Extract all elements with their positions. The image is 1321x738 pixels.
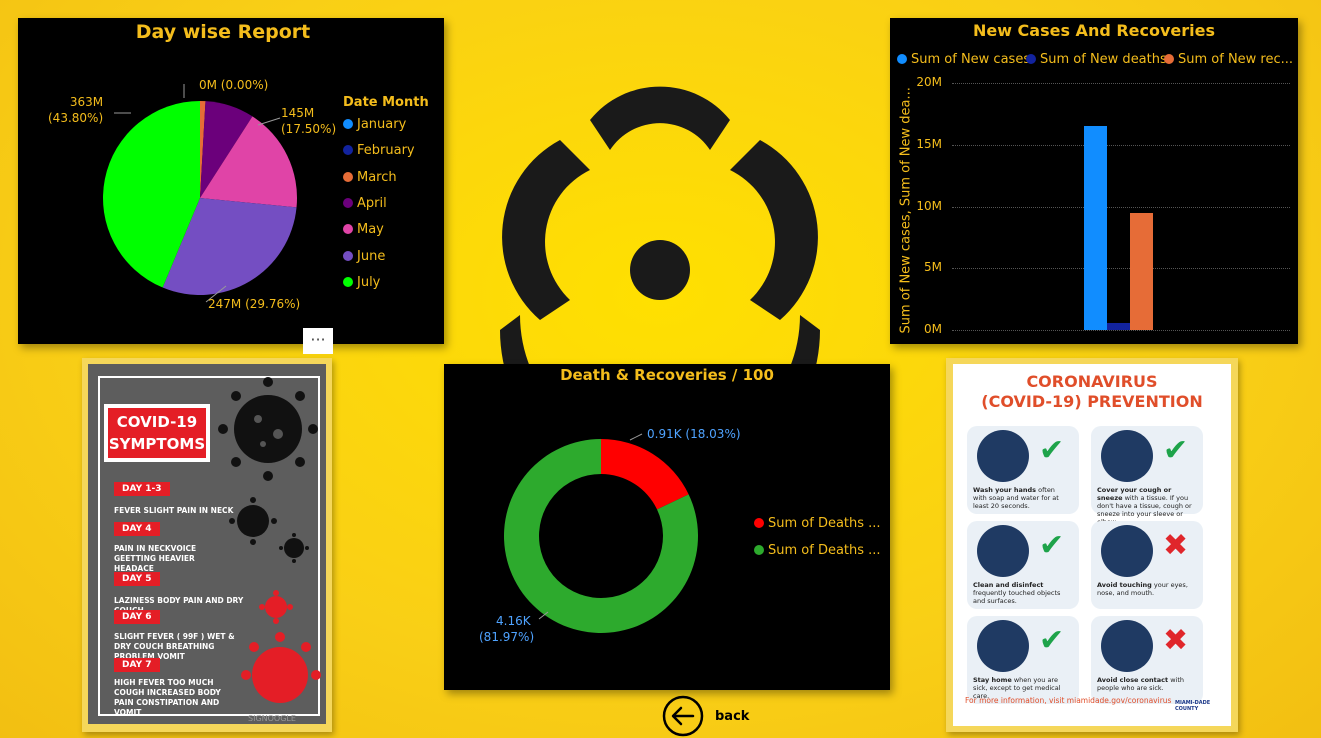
symptoms-poster: COVID-19 SYMPTOMS DAY 1-3 FEVER SLIGHT P… <box>88 364 326 724</box>
symptoms-title: COVID-19 SYMPTOMS <box>104 404 210 462</box>
tip-text: Clean and disinfect frequently touched o… <box>973 581 1061 605</box>
bar-legend-1: Sum of New cases <box>897 52 1030 67</box>
bar-gridline <box>952 83 1290 84</box>
bar-gridline <box>952 206 1290 208</box>
pie-label-may: 145M (17.50%) <box>281 106 337 136</box>
virus-icon <box>218 377 318 481</box>
prevention-tip: ✖ Avoid touching your eyes, nose, and mou… <box>1091 521 1203 609</box>
prevention-title-2: (COVID-19) PREVENTION <box>981 392 1203 411</box>
death-recoveries-panel[interactable]: Death & Recoveries / 100 0.91K (18.03%) … <box>444 364 890 690</box>
pie-legend-item-june[interactable]: June <box>343 249 385 264</box>
back-label: back <box>715 709 750 724</box>
prevention-tip: ✔ Stay home when you are sick, except to … <box>967 616 1079 704</box>
pie-legend-item-july[interactable]: July <box>343 275 380 290</box>
tip-illustration-icon <box>1101 430 1153 482</box>
bar-gridline <box>952 144 1290 146</box>
checkmark-icon: ✔ <box>1163 433 1189 468</box>
symptom-text-1: FEVER SLIGHT PAIN IN NECK <box>114 506 234 515</box>
prevention-tip: ✔ Cover your cough or sneeze with a tissu… <box>1091 426 1203 526</box>
checkmark-icon: ✔ <box>1039 623 1065 658</box>
prevention-logo: MIAMI-DADE COUNTY <box>1175 700 1211 712</box>
back-button[interactable]: back <box>662 695 762 737</box>
prevention-card: CORONAVIRUS (COVID-19) PREVENTION ✔ Wash … <box>946 358 1238 732</box>
bar-legend-2: Sum of New deaths <box>1026 52 1167 67</box>
tip-text: Wash your hands often with soap and wate… <box>973 486 1059 510</box>
prevention-tip: ✔ Clean and disinfect frequently touched … <box>967 521 1079 609</box>
x-mark-icon: ✖ <box>1163 623 1189 658</box>
new-cases-panel[interactable]: New Cases And Recoveries Sum of New case… <box>890 18 1298 344</box>
bar-gridline <box>952 330 1290 331</box>
tip-text: Cover your cough or sneeze with a tissue… <box>1097 486 1192 526</box>
pie-leader-line <box>257 117 281 126</box>
tip-illustration-icon <box>977 525 1029 577</box>
bar-ytick-label: 5M <box>924 260 942 275</box>
pie-legend-title: Date Month <box>343 95 429 110</box>
bar-ytick-label: 0M <box>924 322 942 336</box>
bar-ytick-label: 20M <box>916 75 942 89</box>
bar-new-deaths[interactable] <box>1107 322 1130 330</box>
bar-gridline <box>952 268 1290 270</box>
symptom-day-5: DAY 7 <box>114 658 160 672</box>
donut-label-deaths: 0.91K (18.03%) <box>647 427 741 441</box>
tip-text: Avoid close contact with people who are … <box>1097 676 1184 692</box>
bar-yaxis-title: Sum of New cases, Sum of New dea... <box>898 87 914 334</box>
donut-label-recoveries-1: 4.16K <box>496 614 531 628</box>
pie-label-june: 247M (29.76%) <box>208 297 301 311</box>
prevention-title-1: CORONAVIRUS <box>1026 372 1158 391</box>
checkmark-icon: ✔ <box>1039 433 1065 468</box>
symptom-day-2: DAY 4 <box>114 522 160 536</box>
donut-legend-1: Sum of Deaths ... <box>754 516 881 531</box>
bar-new-cases[interactable] <box>1084 126 1107 330</box>
virus-small-icon <box>279 533 309 563</box>
symptom-day-3: DAY 5 <box>114 572 160 586</box>
symptom-text-5: HIGH FEVER TOO MUCH COUGH INCREASED BODY… <box>114 678 221 717</box>
pie-legend-item-april[interactable]: April <box>343 196 387 211</box>
prevention-tip: ✔ Wash your hands often with soap and wat… <box>967 426 1079 514</box>
symptom-day-1: DAY 1-3 <box>114 482 170 496</box>
donut-label-recoveries-2: (81.97%) <box>479 630 535 644</box>
donut-legend-2: Sum of Deaths ... <box>754 543 881 558</box>
pie-legend-item-march[interactable]: March <box>343 170 397 185</box>
donut-leader-line <box>629 433 643 441</box>
bar-new-recoveries[interactable] <box>1130 212 1153 330</box>
symptoms-watermark: SIGNOOGLE <box>248 714 296 723</box>
prevention-footer: For more information, visit miamidade.go… <box>965 696 1172 705</box>
pie-label-march: 0M (0.00%) <box>199 78 269 92</box>
tip-text: Avoid touching your eyes, nose, and mout… <box>1097 581 1188 597</box>
prevention-tip: ✖ Avoid close contact with people who are… <box>1091 616 1203 704</box>
bar-ytick-label: 10M <box>916 198 942 213</box>
symptom-day-4: DAY 6 <box>114 610 160 624</box>
tip-illustration-icon <box>977 430 1029 482</box>
symptoms-card: COVID-19 SYMPTOMS DAY 1-3 FEVER SLIGHT P… <box>82 358 332 732</box>
day-wise-report-panel[interactable]: Day wise Report 0M (0.00%) 145M (17.50%)… <box>18 18 444 344</box>
donut-slice-deaths[interactable] <box>601 439 689 510</box>
arrow-left-circle-icon <box>662 695 704 737</box>
bar-title: New Cases And Recoveries <box>972 21 1216 40</box>
pie-label-july: 363M (43.80%) <box>48 95 104 125</box>
more-options-button[interactable]: ··· <box>303 328 333 354</box>
pie-legend-item-january[interactable]: January <box>343 117 406 132</box>
pie-legend-item-may[interactable]: May <box>343 222 384 237</box>
biohazard-background <box>500 86 820 380</box>
bar-ytick-label: 15M <box>916 136 942 151</box>
virus-small-icon <box>229 497 277 545</box>
bar-legend-3: Sum of New rec... <box>1164 52 1293 67</box>
tip-illustration-icon <box>977 620 1029 672</box>
prevention-poster: CORONAVIRUS (COVID-19) PREVENTION ✔ Wash … <box>953 364 1231 726</box>
tip-illustration-icon <box>1101 525 1153 577</box>
checkmark-icon: ✔ <box>1039 528 1065 563</box>
pie-legend-item-february[interactable]: February <box>343 143 415 158</box>
symptom-text-2: PAIN IN NECKVOICE GEETTING HEAVIER HEADA… <box>114 544 197 573</box>
x-mark-icon: ✖ <box>1163 528 1189 563</box>
tip-illustration-icon <box>1101 620 1153 672</box>
